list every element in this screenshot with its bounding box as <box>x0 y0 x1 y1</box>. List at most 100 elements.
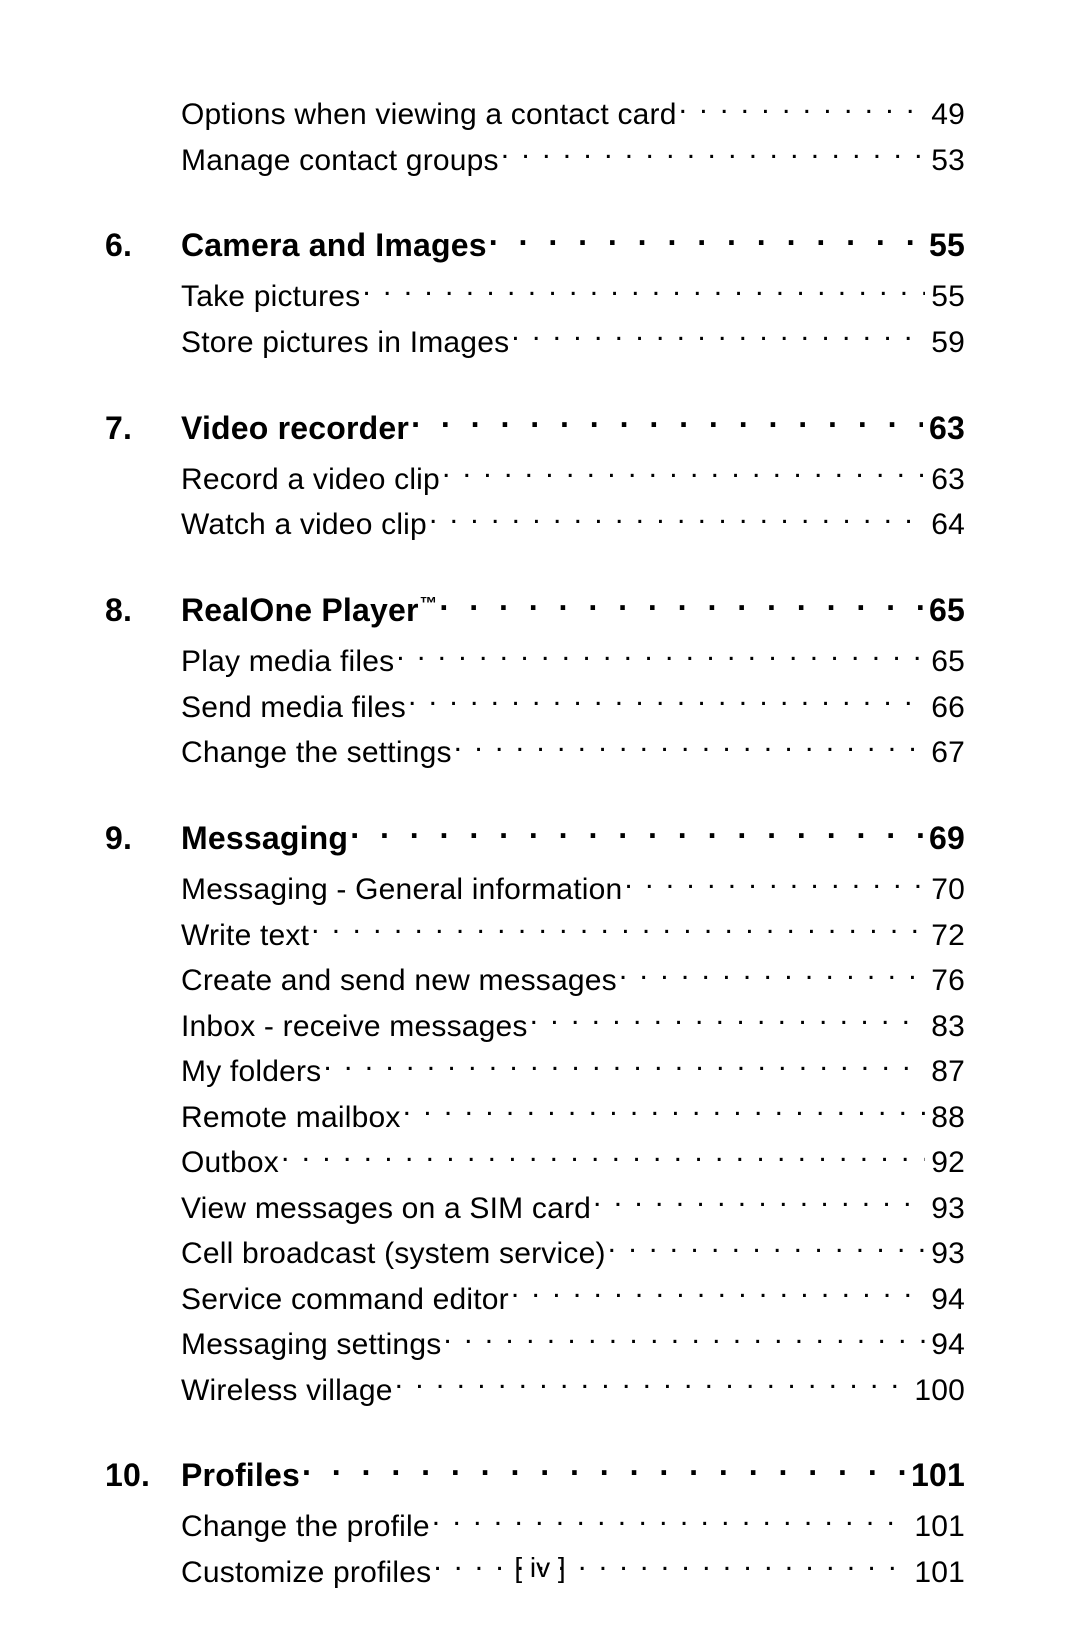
toc-title: Change the profile <box>181 1507 430 1548</box>
toc-chapter-title-text: RealOne Player <box>181 592 419 628</box>
toc-entry: Create and send new messages76 <box>105 957 965 1002</box>
page-number-label: [ iv ] <box>0 1552 1080 1584</box>
dot-leader <box>443 1321 925 1354</box>
toc-chapter-title: Profiles <box>181 1454 300 1497</box>
toc-chapter-title: Video recorder <box>181 407 409 450</box>
toc-title: Write text <box>181 916 309 957</box>
dot-leader <box>403 1094 926 1127</box>
toc-entry: Messaging - General information70 <box>105 866 965 911</box>
dot-leader <box>411 403 923 438</box>
toc-title: Take pictures <box>181 277 360 318</box>
toc-entry: Change the settings 67 <box>105 729 965 774</box>
toc-entry: My folders 87 <box>105 1048 965 1093</box>
toc-page-number: 64 <box>927 505 965 546</box>
toc-page-number: 83 <box>927 1007 965 1048</box>
toc-entry: Messaging settings94 <box>105 1321 965 1366</box>
toc-title: Wireless village <box>181 1371 393 1412</box>
toc-page-number: 59 <box>927 323 965 364</box>
toc-title: Remote mailbox <box>181 1098 401 1139</box>
toc-page: Options when viewing a contact card 49 M… <box>0 0 1080 1644</box>
toc-chapter: 7. Video recorder 63 <box>105 403 965 449</box>
toc-entry: Send media files 66 <box>105 684 965 729</box>
toc-title: Messaging settings <box>181 1325 441 1366</box>
toc-chapter: 9. Messaging 69 <box>105 814 965 860</box>
toc-entry: View messages on a SIM card 93 <box>105 1185 965 1230</box>
toc-page-number: 94 <box>927 1280 965 1321</box>
toc-page-number: 55 <box>927 277 965 318</box>
toc-title: Outbox <box>181 1143 279 1184</box>
toc-title: Options when viewing a contact card <box>181 95 677 136</box>
toc-page-number: 92 <box>927 1143 965 1184</box>
dot-leader <box>323 1048 925 1081</box>
toc-title: Record a video clip <box>181 460 440 501</box>
dot-leader <box>511 1276 925 1309</box>
toc-page-number: 72 <box>927 916 965 957</box>
toc-entry: Change the profile 101 <box>105 1503 965 1548</box>
toc-page-number: 65 <box>927 642 965 683</box>
dot-leader <box>501 137 925 170</box>
toc-chapter-number: 9. <box>105 817 181 860</box>
toc-entry: Write text 72 <box>105 912 965 957</box>
toc-page-number: 100 <box>910 1371 965 1412</box>
toc-page-number: 93 <box>927 1234 965 1275</box>
toc-entry: Inbox - receive messages 83 <box>105 1003 965 1048</box>
dot-leader <box>624 866 925 899</box>
trademark-symbol: ™ <box>420 593 438 613</box>
toc-chapter-number: 6. <box>105 224 181 267</box>
dot-leader <box>608 1230 926 1263</box>
toc-chapter: 8. RealOne Player™ 65 <box>105 586 965 632</box>
toc-entry: Record a video clip 63 <box>105 456 965 501</box>
toc-chapter-number: 8. <box>105 589 181 632</box>
toc-title: Play media files <box>181 642 394 683</box>
toc-title: Inbox - receive messages <box>181 1007 528 1048</box>
dot-leader <box>395 1367 909 1400</box>
toc-page-number: 66 <box>927 688 965 729</box>
dot-leader <box>593 1185 925 1218</box>
toc-page-number: 53 <box>927 141 965 182</box>
toc-chapter-number: 7. <box>105 407 181 450</box>
toc-entry: Wireless village 100 <box>105 1367 965 1412</box>
toc-page-number: 88 <box>927 1098 965 1139</box>
toc-title: Change the settings <box>181 733 452 774</box>
toc-title: View messages on a SIM card <box>181 1189 591 1230</box>
toc-title: Watch a video clip <box>181 505 427 546</box>
toc-page-number: 49 <box>927 95 965 136</box>
dot-leader <box>489 221 923 256</box>
toc-title: Manage contact groups <box>181 141 499 182</box>
dot-leader <box>679 91 926 124</box>
toc-chapter-page: 55 <box>925 224 965 267</box>
dot-leader <box>619 957 925 990</box>
toc-page-number: 93 <box>927 1189 965 1230</box>
toc-page-number: 76 <box>927 961 965 1002</box>
toc-entry: Service command editor 94 <box>105 1276 965 1321</box>
toc-chapter: 10. Profiles 101 <box>105 1451 965 1497</box>
toc-entry: Store pictures in Images59 <box>105 319 965 364</box>
dot-leader <box>350 814 923 849</box>
dot-leader <box>432 1503 909 1536</box>
toc-page-number: 101 <box>910 1507 965 1548</box>
toc-page-number: 63 <box>927 460 965 501</box>
toc-title: Send media files <box>181 688 406 729</box>
toc-entry: Play media files 65 <box>105 638 965 683</box>
dot-leader <box>302 1451 905 1486</box>
toc-title: Cell broadcast (system service) <box>181 1234 606 1275</box>
toc-title: Messaging - General information <box>181 870 622 911</box>
dot-leader <box>454 729 926 762</box>
dot-leader <box>511 319 925 352</box>
toc-chapter-page: 63 <box>925 407 965 450</box>
toc-title: Service command editor <box>181 1280 509 1321</box>
toc-entry: Options when viewing a contact card 49 <box>105 91 965 136</box>
dot-leader <box>439 586 923 621</box>
toc-entry: Watch a video clip 64 <box>105 501 965 546</box>
dot-leader <box>429 501 925 534</box>
dot-leader <box>530 1003 926 1036</box>
dot-leader <box>442 456 925 489</box>
toc-page-number: 67 <box>927 733 965 774</box>
toc-entry: Cell broadcast (system service) 93 <box>105 1230 965 1275</box>
toc-chapter-page: 65 <box>925 589 965 632</box>
toc-title: My folders <box>181 1052 321 1093</box>
toc-chapter-page: 101 <box>907 1454 965 1497</box>
toc-page-number: 87 <box>927 1052 965 1093</box>
dot-leader <box>362 273 925 306</box>
toc-chapter-page: 69 <box>925 817 965 860</box>
